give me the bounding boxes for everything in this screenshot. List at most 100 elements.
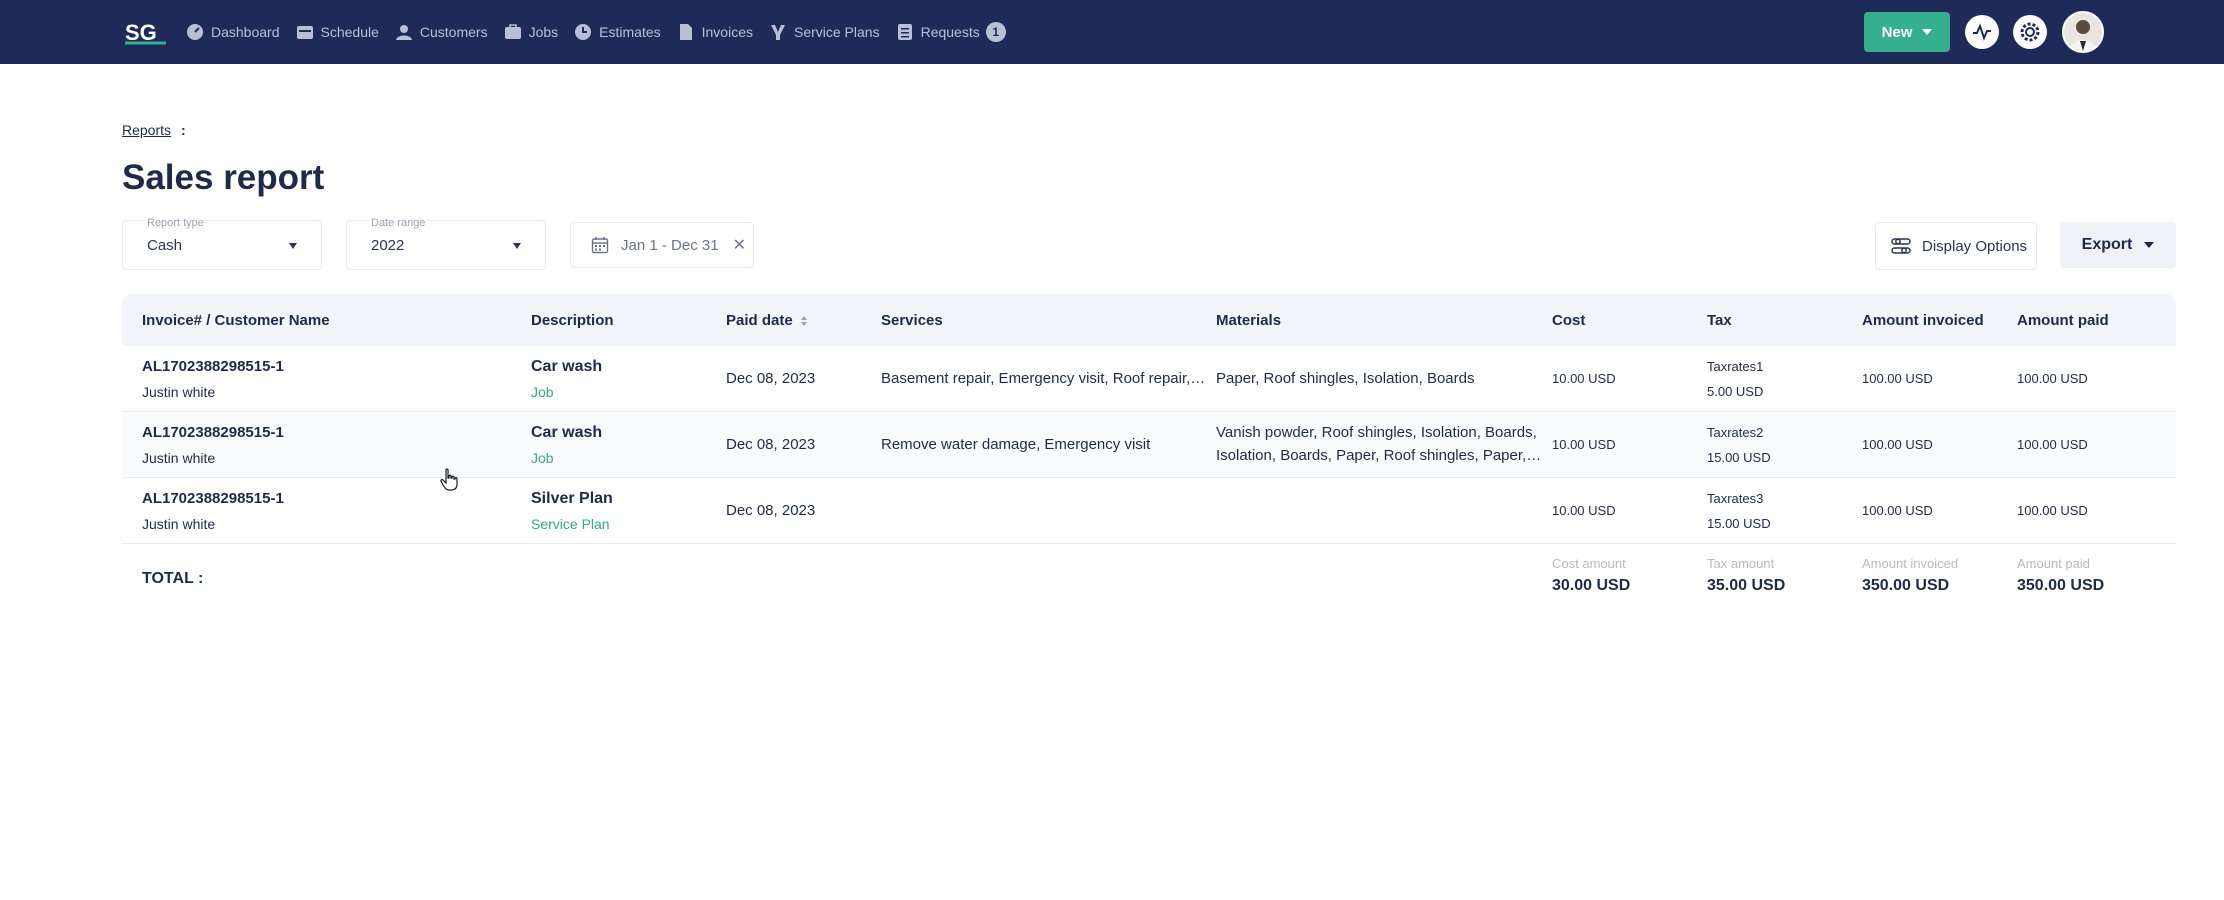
calendar-icon [296, 23, 314, 41]
total-invoiced-value: 350.00 USD [1862, 577, 1950, 594]
page-title: Sales report [122, 158, 325, 197]
item-type: Job [531, 450, 554, 466]
nav-service-plans[interactable]: Service Plans [769, 0, 880, 64]
new-button[interactable]: New [1864, 12, 1950, 52]
total-paid: Amount paid 350.00 USD [2017, 556, 2104, 595]
header-services: Services [881, 312, 943, 329]
header-amount-paid: Amount paid [2017, 312, 2109, 329]
sort-icon [800, 315, 807, 326]
description: Car wash [531, 358, 603, 375]
file-icon [677, 23, 695, 41]
amount-paid: 100.00 USD [2017, 371, 2088, 386]
total-tax-label: Tax amount [1707, 556, 1775, 571]
amount-invoiced: 100.00 USD [1862, 503, 1933, 518]
report-type-select[interactable]: Report type Cash [122, 217, 322, 270]
table-header: Invoice# / Customer Name Description Pai… [122, 294, 2176, 346]
customer-name: Justin white [142, 384, 216, 400]
nav-label: Schedule [320, 24, 379, 40]
cost: 10.00 USD [1552, 371, 1616, 386]
nav-label: Customers [419, 24, 488, 40]
date-range-value: 2022 [371, 237, 405, 254]
total-label: TOTAL : [142, 570, 204, 587]
nav-estimates[interactable]: Estimates [574, 0, 661, 64]
estimate-icon [574, 23, 592, 41]
nav-label: Estimates [599, 24, 661, 40]
date-range-label: Date range [369, 217, 428, 229]
total-paid-value: 350.00 USD [2017, 577, 2105, 594]
item-type: Service Plan [531, 516, 610, 532]
date-range-text: Jan 1 - Dec 31 [621, 236, 719, 254]
chevron-down-icon [2144, 242, 2155, 248]
nav-label: Requests [920, 24, 980, 40]
table-row[interactable]: AL1702388298515-1 Justin white Silver Pl… [122, 478, 2176, 544]
nav-label: Jobs [528, 24, 559, 40]
tax-name: Taxrates3 [1707, 491, 1764, 506]
description: Silver Plan [531, 490, 613, 507]
invoice-number[interactable]: AL1702388298515-1 [142, 424, 284, 441]
total-tax-value: 35.00 USD [1707, 577, 1786, 594]
invoice-number[interactable]: AL1702388298515-1 [142, 358, 284, 375]
clear-dates-icon[interactable]: ✕ [733, 235, 746, 255]
report-type-label: Report type [145, 217, 206, 229]
tax-value: 5.00 USD [1707, 384, 1764, 399]
nav-jobs[interactable]: Jobs [504, 0, 559, 64]
total-row: TOTAL : Cost amount 30.00 USD Tax amount… [122, 544, 2176, 614]
date-range-select[interactable]: Date range 2022 [346, 217, 546, 270]
header-materials: Materials [1216, 312, 1282, 329]
gear-icon [2020, 22, 2040, 42]
tax-name: Taxrates1 [1707, 359, 1764, 374]
dashboard-icon [186, 23, 204, 41]
header-description: Description [531, 312, 614, 329]
total-invoiced: Amount invoiced 350.00 USD [1862, 556, 1958, 595]
nav-invoices[interactable]: Invoices [677, 0, 753, 64]
customer-name: Justin white [142, 450, 216, 466]
chevron-down-icon [1922, 29, 1933, 35]
total-tax: Tax amount 35.00 USD [1707, 556, 1785, 595]
nav-requests[interactable]: Requests 1 [896, 0, 1006, 64]
paid-date: Dec 08, 2023 [726, 436, 816, 453]
table-row[interactable]: AL1702388298515-1 Justin white Car wash … [122, 346, 2176, 412]
header-tax: Tax [1707, 312, 1732, 329]
header-amount-invoiced: Amount invoiced [1862, 312, 1984, 329]
amount-paid: 100.00 USD [2017, 503, 2088, 518]
total-cost: Cost amount 30.00 USD [1552, 556, 1630, 595]
invoice-number[interactable]: AL1702388298515-1 [142, 490, 284, 507]
nav-label: Dashboard [211, 24, 280, 40]
nav-dashboard[interactable]: Dashboard [186, 0, 280, 64]
nav-customers[interactable]: Customers [395, 0, 488, 64]
materials-line-2: Isolation, Boards, Paper, Roof shingles,… [1216, 447, 1542, 464]
chevron-down-icon [289, 243, 297, 249]
breadcrumb: Reports : [122, 122, 186, 138]
report-type-value: Cash [147, 237, 183, 254]
paid-date: Dec 08, 2023 [726, 370, 816, 387]
amount-paid: 100.00 USD [2017, 437, 2088, 452]
services: Basement repair, Emergency visit, Roof r… [881, 370, 1206, 387]
list-icon [896, 23, 914, 41]
new-button-label: New [1881, 23, 1913, 41]
export-button[interactable]: Export [2060, 222, 2176, 268]
export-label: Export [2081, 236, 2133, 253]
top-navbar: SG Dashboard Schedule Customers Jobs Est… [0, 0, 2224, 64]
services: Remove water damage, Emergency visit [881, 436, 1151, 453]
requests-count-badge: 1 [985, 22, 1006, 42]
nav-schedule[interactable]: Schedule [296, 0, 379, 64]
date-picker[interactable]: Jan 1 - Dec 31 ✕ [570, 222, 754, 268]
avatar-image [2069, 20, 2097, 51]
settings-button[interactable] [2013, 15, 2047, 49]
materials-line-1: Vanish powder, Roof shingles, Isolation,… [1216, 424, 1537, 441]
sales-report-table: Invoice# / Customer Name Description Pai… [122, 294, 2176, 614]
description: Car wash [531, 424, 603, 441]
activity-button[interactable] [1965, 15, 1999, 49]
breadcrumb-reports-link[interactable]: Reports [122, 122, 171, 138]
amount-invoiced: 100.00 USD [1862, 437, 1933, 452]
materials: Paper, Roof shingles, Isolation, Boards [1216, 370, 1475, 387]
display-options-button[interactable]: Display Options [1875, 222, 2037, 270]
header-paid-date[interactable]: Paid date [726, 312, 807, 329]
app-logo[interactable]: SG [122, 16, 170, 48]
cost: 10.00 USD [1552, 437, 1616, 452]
calendar-icon [591, 237, 609, 254]
table-row[interactable]: AL1702388298515-1 Justin white Car wash … [122, 412, 2176, 478]
cost: 10.00 USD [1552, 503, 1616, 518]
amount-invoiced: 100.00 USD [1862, 371, 1933, 386]
user-avatar[interactable] [2062, 11, 2104, 53]
